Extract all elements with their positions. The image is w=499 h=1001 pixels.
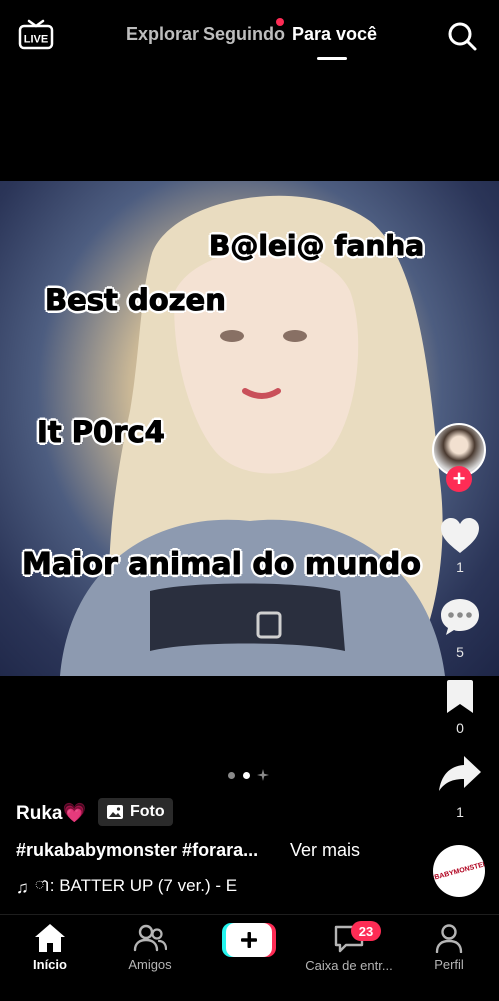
search-icon[interactable] <box>446 20 478 52</box>
friends-icon <box>133 924 167 952</box>
comment-icon[interactable] <box>440 597 480 637</box>
nav-friends[interactable]: Amigos <box>100 915 200 972</box>
nav-home-label: Início <box>33 957 67 972</box>
notification-dot <box>276 18 284 26</box>
share-arrow-icon[interactable] <box>438 754 482 792</box>
tab-explorar[interactable]: Explorar <box>126 24 199 45</box>
nav-inbox[interactable]: Caixa de entr... <box>299 915 399 973</box>
see-more-link[interactable]: Ver mais <box>290 840 360 861</box>
photo-badge-label: Foto <box>130 803 165 820</box>
post-photo[interactable]: B@lei@ fanha Best dozen It P0rc4 Maior a… <box>0 181 499 676</box>
carousel-indicator <box>224 768 274 782</box>
nav-profile[interactable]: Perfil <box>399 915 499 972</box>
creator-username[interactable]: Ruka💗 <box>16 801 86 825</box>
svg-text:LIVE: LIVE <box>24 34 48 46</box>
nav-friends-label: Amigos <box>128 957 172 972</box>
music-note-icon: ♫ <box>16 877 29 897</box>
bookmark-icon[interactable] <box>444 679 476 715</box>
active-tab-indicator <box>317 57 347 60</box>
top-bar: LIVE Explorar Seguindo Para você <box>0 0 499 80</box>
like-heart-icon[interactable] <box>440 517 480 555</box>
create-button[interactable] <box>222 923 276 957</box>
nav-home[interactable]: Início <box>0 915 100 972</box>
caption-text: B@lei@ fanha <box>208 229 425 263</box>
carousel-dot-active <box>243 772 250 779</box>
tab-para-voce[interactable]: Para você <box>292 24 377 45</box>
image-icon <box>107 805 123 819</box>
music-info[interactable]: ♫ ា: BATTER UP (7 ver.) - E <box>16 875 237 900</box>
sparkle-icon <box>257 769 269 781</box>
bookmark-count: 0 <box>456 720 464 736</box>
tab-seguindo[interactable]: Seguindo <box>203 24 285 45</box>
caption-text: Maior animal do mundo <box>22 547 422 583</box>
music-disc-label: #BABYMONSTER <box>433 860 485 882</box>
profile-icon <box>435 924 463 953</box>
nav-profile-label: Perfil <box>434 957 464 972</box>
music-title: ា: BATTER UP (7 ver.) - E <box>34 876 238 895</box>
carousel-dot <box>228 772 235 779</box>
home-icon <box>35 924 65 952</box>
caption-text: Best dozen <box>45 283 227 318</box>
like-count: 1 <box>456 559 464 575</box>
comment-count: 5 <box>456 644 464 660</box>
share-count: 1 <box>456 804 464 820</box>
post-hashtags[interactable]: #rukababymonster #forara... <box>16 840 258 861</box>
inbox-badge: 23 <box>351 921 381 941</box>
create-plus-icon <box>222 923 276 957</box>
bottom-nav: Início Amigos Caixa de entr... 23 Perfil <box>0 914 499 1001</box>
live-icon[interactable]: LIVE <box>18 18 54 50</box>
nav-inbox-label: Caixa de entr... <box>305 958 393 973</box>
caption-text: It P0rc4 <box>37 415 166 450</box>
follow-button[interactable]: + <box>446 466 472 492</box>
music-disc[interactable]: #BABYMONSTER <box>433 845 485 897</box>
photo-badge: Foto <box>98 798 173 826</box>
